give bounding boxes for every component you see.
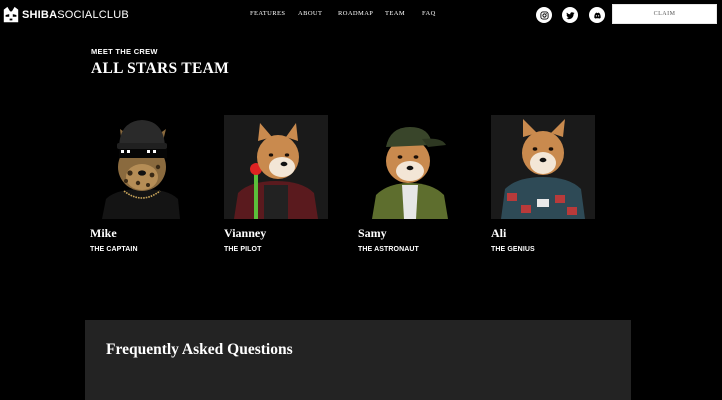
faq-panel: Frequently Asked Questions bbox=[85, 320, 631, 400]
member-role: THE PILOT bbox=[224, 246, 262, 253]
member-portrait-image bbox=[491, 115, 595, 219]
faq-title: Frequently Asked Questions bbox=[106, 341, 293, 358]
twitter-button[interactable] bbox=[562, 7, 578, 23]
team-member-card: Ali THE GENIUS bbox=[491, 115, 595, 253]
team-member-card: Vianney THE PILOT bbox=[224, 115, 328, 253]
team-eyebrow: MEET THE CREW bbox=[91, 47, 158, 56]
team-member-card: Samy THE ASTRONAUT bbox=[358, 115, 462, 253]
member-role: THE GENIUS bbox=[491, 246, 535, 253]
nav-link-faq[interactable]: FAQ bbox=[422, 10, 436, 17]
team-member-card: Mike THE CAPTAIN bbox=[90, 115, 194, 253]
member-portrait-image bbox=[90, 115, 194, 219]
discord-icon bbox=[593, 12, 601, 19]
top-nav: SHIBASOCIALCLUB FEATURES ABOUT ROADMAP T… bbox=[0, 0, 722, 30]
nav-link-features[interactable]: FEATURES bbox=[250, 10, 285, 17]
nav-link-team[interactable]: TEAM bbox=[385, 10, 405, 17]
member-name: Vianney bbox=[224, 226, 267, 240]
discord-button[interactable] bbox=[589, 7, 605, 23]
team-section-title: ALL STARS TEAM bbox=[91, 60, 230, 77]
twitter-icon bbox=[565, 11, 575, 19]
instagram-button[interactable] bbox=[536, 7, 552, 23]
member-portrait-image bbox=[224, 115, 328, 219]
member-name: Ali bbox=[491, 226, 507, 240]
member-name: Samy bbox=[358, 226, 387, 240]
instagram-icon bbox=[539, 10, 549, 20]
member-name: Mike bbox=[90, 226, 117, 240]
nav-link-about[interactable]: ABOUT bbox=[298, 10, 322, 17]
nav-link-roadmap[interactable]: ROADMAP bbox=[338, 10, 373, 17]
claim-button[interactable]: CLAIM bbox=[612, 4, 717, 24]
member-portrait-image bbox=[358, 115, 462, 219]
member-role: THE CAPTAIN bbox=[90, 246, 138, 253]
member-role: THE ASTRONAUT bbox=[358, 246, 419, 253]
